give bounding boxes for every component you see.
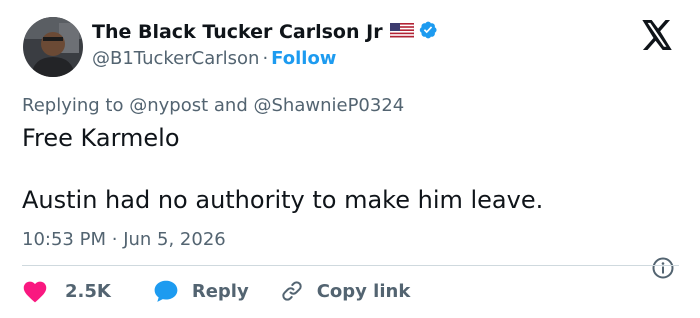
divider <box>22 265 679 266</box>
speech-bubble-icon <box>153 279 179 303</box>
link-icon <box>279 279 305 303</box>
replying-prefix: Replying to <box>22 95 124 116</box>
reply-label: Reply <box>191 280 249 302</box>
avatar[interactable] <box>23 17 83 77</box>
copy-link-label: Copy link <box>316 280 411 302</box>
reply-button[interactable]: Reply <box>153 279 249 303</box>
timestamp[interactable]: 10:53 PM · Jun 5, 2026 <box>22 229 226 250</box>
action-bar: 2.5K Reply Copy link <box>22 278 410 304</box>
mention-shawnie[interactable]: @ShawnieP0324 <box>254 95 405 116</box>
us-flag-icon <box>389 22 414 42</box>
timestamp-time: 10:53 PM <box>22 229 106 250</box>
handle[interactable]: @B1TuckerCarlson <box>92 48 259 69</box>
x-logo-icon[interactable] <box>640 20 674 54</box>
replying-conjunction: and <box>213 95 248 116</box>
copy-link-button[interactable]: Copy link <box>279 279 411 303</box>
follow-button[interactable]: Follow <box>271 48 336 69</box>
like-button[interactable]: 2.5K <box>22 279 111 303</box>
timestamp-separator: · <box>111 229 118 250</box>
display-name[interactable]: The Black Tucker Carlson Jr <box>92 21 383 43</box>
heart-icon <box>22 279 48 303</box>
tweet-text-line-2: Austin had no authority to make him leav… <box>22 186 544 214</box>
timestamp-date: Jun 5, 2026 <box>123 229 226 250</box>
handle-separator: · <box>262 48 269 69</box>
handle-row: @B1TuckerCarlson · Follow <box>92 48 336 69</box>
tweet-text-line-1: Free Karmelo <box>22 124 180 152</box>
avatar-image <box>23 17 83 77</box>
verified-badge-icon <box>418 20 438 44</box>
replying-to: Replying to @nypost and @ShawnieP0324 <box>22 95 404 116</box>
author-name-row: The Black Tucker Carlson Jr <box>92 20 438 44</box>
like-count: 2.5K <box>65 280 111 302</box>
info-icon[interactable] <box>651 256 675 284</box>
mention-nypost[interactable]: @nypost <box>129 95 208 116</box>
